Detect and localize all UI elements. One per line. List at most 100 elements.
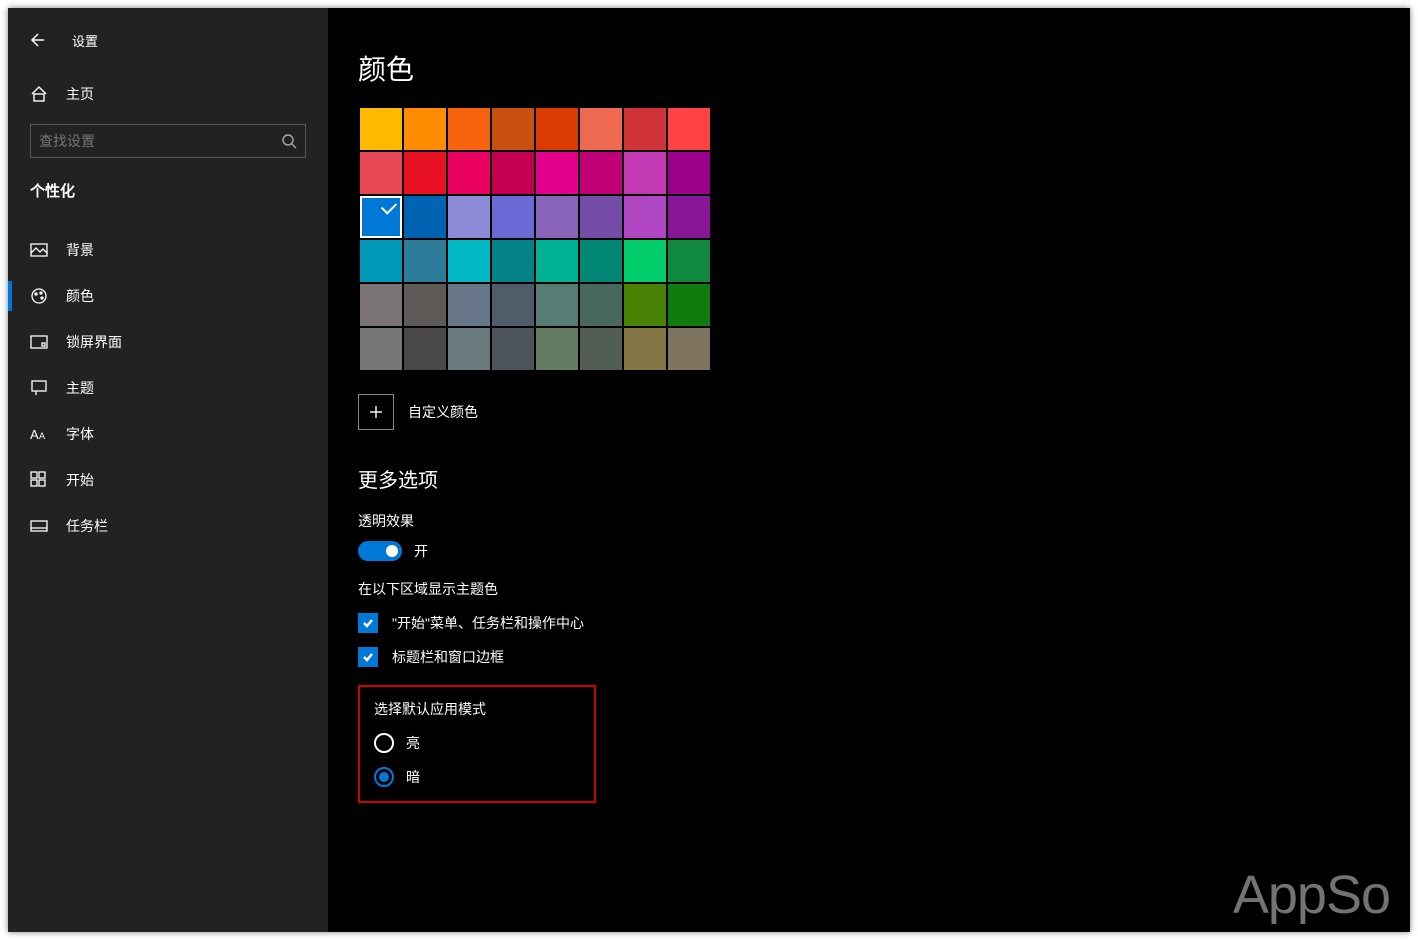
color-swatch[interactable] [535, 107, 579, 151]
color-swatch[interactable] [579, 327, 623, 371]
sidebar-item-4[interactable]: AA字体 [8, 411, 328, 457]
sidebar-item-3[interactable]: 主题 [8, 365, 328, 411]
color-swatch[interactable] [491, 283, 535, 327]
home-label: 主页 [66, 84, 94, 104]
brush-icon [30, 379, 48, 397]
accent-checkbox-0[interactable]: "开始"菜单、任务栏和操作中心 [358, 613, 1410, 633]
color-swatch[interactable] [403, 107, 447, 151]
color-grid [358, 106, 710, 372]
color-swatch[interactable] [491, 107, 535, 151]
settings-window: 设置 主页 个性化 背景颜色锁屏界面主题AA字体开始任务栏 颜色 [8, 8, 1410, 932]
color-swatch[interactable] [667, 283, 711, 327]
color-swatch[interactable] [623, 239, 667, 283]
transparency-label: 透明效果 [358, 511, 1410, 531]
taskbar-icon [30, 517, 48, 535]
more-options-title: 更多选项 [358, 464, 1410, 493]
custom-color-button[interactable]: 自定义颜色 [358, 394, 1410, 430]
app-title: 设置 [72, 31, 98, 50]
accent-surfaces-label: 在以下区域显示主题色 [358, 579, 1410, 599]
search-icon [281, 133, 297, 149]
color-swatch[interactable] [535, 239, 579, 283]
radio-icon [374, 767, 394, 787]
sidebar-item-label: 背景 [66, 240, 94, 260]
color-swatch[interactable] [579, 151, 623, 195]
color-swatch[interactable] [667, 239, 711, 283]
color-swatch[interactable] [667, 107, 711, 151]
color-swatch[interactable] [491, 151, 535, 195]
sidebar-item-5[interactable]: 开始 [8, 457, 328, 503]
checkbox-label: 标题栏和窗口边框 [392, 647, 504, 667]
checkbox-icon [358, 613, 378, 633]
color-swatch[interactable] [535, 195, 579, 239]
color-swatch[interactable] [491, 327, 535, 371]
color-swatch[interactable] [403, 327, 447, 371]
color-swatch[interactable] [359, 195, 403, 239]
color-swatch[interactable] [667, 195, 711, 239]
app-mode-highlight: 选择默认应用模式 亮暗 [358, 685, 596, 803]
home-button[interactable]: 主页 [8, 72, 328, 116]
lock-rect-icon [30, 333, 48, 351]
sidebar: 设置 主页 个性化 背景颜色锁屏界面主题AA字体开始任务栏 [8, 8, 328, 932]
sidebar-item-6[interactable]: 任务栏 [8, 503, 328, 549]
color-swatch[interactable] [623, 195, 667, 239]
radio-icon [374, 733, 394, 753]
color-swatch[interactable] [447, 107, 491, 151]
color-swatch[interactable] [579, 239, 623, 283]
color-swatch[interactable] [491, 239, 535, 283]
color-swatch[interactable] [535, 283, 579, 327]
color-swatch[interactable] [447, 195, 491, 239]
section-title: 个性化 [8, 170, 328, 209]
sidebar-item-label: 锁屏界面 [66, 332, 122, 352]
search-input[interactable] [39, 133, 281, 149]
color-swatch[interactable] [359, 107, 403, 151]
transparency-state: 开 [414, 541, 428, 561]
color-swatch[interactable] [535, 151, 579, 195]
palette-icon [30, 287, 48, 305]
svg-text:A: A [39, 431, 45, 441]
accent-checkbox-1[interactable]: 标题栏和窗口边框 [358, 647, 1410, 667]
color-swatch[interactable] [623, 327, 667, 371]
app-mode-radio-dark[interactable]: 暗 [374, 767, 574, 787]
color-swatch[interactable] [403, 283, 447, 327]
color-swatch[interactable] [579, 195, 623, 239]
color-swatch[interactable] [403, 195, 447, 239]
plus-icon [358, 394, 394, 430]
color-swatch[interactable] [579, 107, 623, 151]
app-mode-radio-light[interactable]: 亮 [374, 733, 574, 753]
color-swatch[interactable] [403, 151, 447, 195]
color-swatch[interactable] [667, 151, 711, 195]
color-swatch[interactable] [623, 151, 667, 195]
color-swatch[interactable] [359, 151, 403, 195]
color-swatch[interactable] [623, 283, 667, 327]
sidebar-item-label: 任务栏 [66, 516, 108, 536]
sidebar-item-2[interactable]: 锁屏界面 [8, 319, 328, 365]
color-swatch[interactable] [403, 239, 447, 283]
color-swatch[interactable] [359, 239, 403, 283]
color-swatch[interactable] [359, 327, 403, 371]
color-swatch[interactable] [579, 283, 623, 327]
checkbox-icon [358, 647, 378, 667]
watermark: AppSo [1233, 864, 1390, 926]
titlebar: 设置 [8, 18, 328, 62]
nav-list: 背景颜色锁屏界面主题AA字体开始任务栏 [8, 227, 328, 549]
radio-label: 亮 [406, 733, 420, 753]
image-icon [30, 241, 48, 259]
radio-label: 暗 [406, 767, 420, 787]
sidebar-item-label: 颜色 [66, 286, 94, 306]
color-swatch[interactable] [667, 327, 711, 371]
back-button[interactable] [28, 30, 48, 50]
color-swatch[interactable] [535, 327, 579, 371]
start-icon [30, 471, 48, 489]
search-box[interactable] [30, 124, 306, 158]
color-swatch[interactable] [447, 151, 491, 195]
sidebar-item-0[interactable]: 背景 [8, 227, 328, 273]
color-swatch[interactable] [359, 283, 403, 327]
color-swatch[interactable] [491, 195, 535, 239]
sidebar-item-label: 开始 [66, 470, 94, 490]
sidebar-item-1[interactable]: 颜色 [8, 273, 328, 319]
color-swatch[interactable] [623, 107, 667, 151]
transparency-toggle[interactable]: 开 [358, 541, 1410, 561]
color-swatch[interactable] [447, 283, 491, 327]
color-swatch[interactable] [447, 327, 491, 371]
color-swatch[interactable] [447, 239, 491, 283]
